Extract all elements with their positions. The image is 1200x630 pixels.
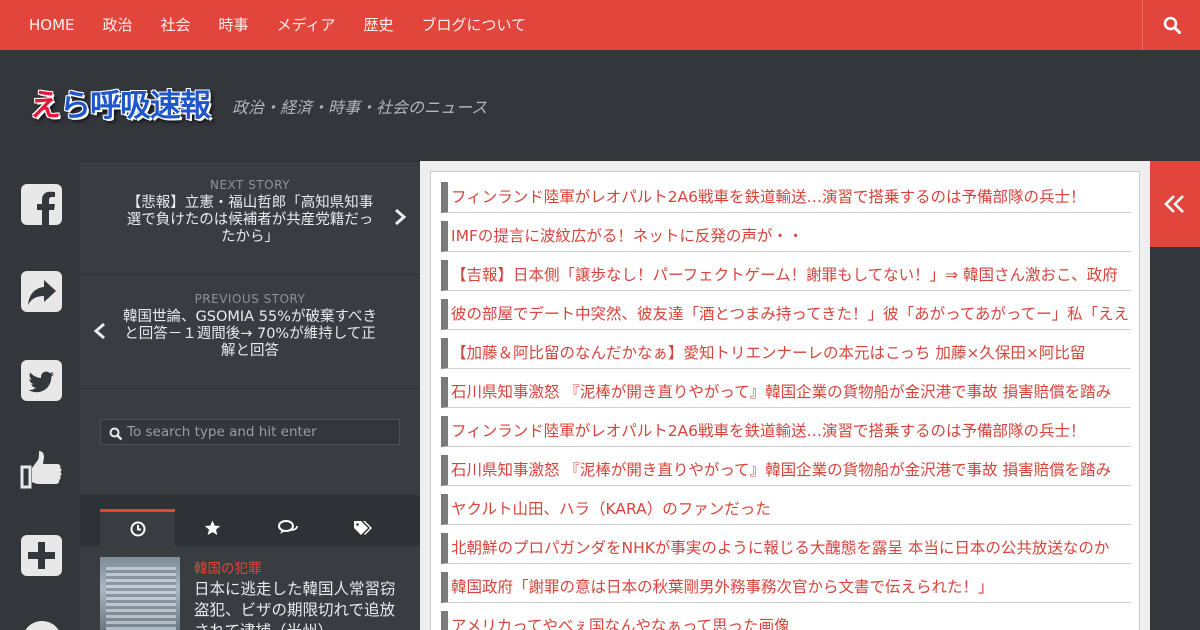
- tab-recent[interactable]: [100, 509, 175, 546]
- logo-red-part: え: [30, 88, 61, 124]
- article-link[interactable]: ヤクルト山田、ハラ（KARA）のファンだった: [451, 500, 771, 518]
- list-item: 【加藤＆阿比留のなんだかなぁ】愛知トリエンナーレの本元はこっち 加藤×久保田×阿…: [441, 338, 1131, 369]
- article-link[interactable]: アメリカってやべぇ国なんやなぁって思った画像: [451, 617, 790, 630]
- sidebar-post[interactable]: 韓国の犯罪 日本に逃走した韓国人常習窃盗犯、ビザの期限切れで追放されて逮捕（光州…: [100, 557, 400, 630]
- tab-popular[interactable]: [175, 509, 250, 546]
- twitter-share-button[interactable]: [20, 359, 64, 403]
- post-thumbnail[interactable]: [100, 557, 180, 630]
- list-item: 石川県知事激怒 『泥棒が開き直りやがって』韓国企業の貨物船が金沢港で事故 損害賠…: [441, 455, 1131, 486]
- left-sidebar: NEXT STORY 【悲報】立憲・福山哲郎「高知県知事選で負けたのは候補者が共…: [80, 161, 420, 630]
- article-link[interactable]: フィンランド陸軍がレオパルト2A6戦車を鉄道輸送…演習で搭乗するのは予備部隊の兵…: [451, 188, 1086, 206]
- sidebar-search: [100, 419, 400, 445]
- thumbs-up-icon: [20, 451, 62, 489]
- article-link[interactable]: 韓国政府「謝罪の意は日本の秋葉剛男外務事務次官から文書で伝えられた！」: [451, 578, 994, 596]
- sidebar-tabs: [80, 495, 420, 546]
- next-story-label: NEXT STORY: [209, 178, 290, 192]
- tags-icon: [353, 520, 372, 535]
- list-item: 韓国政府「謝罪の意は日本の秋葉剛男外務事務次官から文書で伝えられた！」: [441, 572, 1131, 603]
- nav-item-history[interactable]: 歴史: [350, 0, 408, 50]
- site-logo[interactable]: えら呼吸速報: [30, 84, 211, 128]
- share-button[interactable]: [20, 270, 64, 314]
- list-item: アメリカってやべぇ国なんやなぁって思った画像: [441, 611, 1131, 630]
- nav-item-society[interactable]: 社会: [147, 0, 205, 50]
- share-icon: [21, 271, 62, 312]
- article-link[interactable]: 彼の部屋でデート中突然、彼友達「酒とつまみ持ってきた！」彼「あがってあがってー」…: [451, 305, 1129, 323]
- article-link[interactable]: フィンランド陸軍がレオパルト2A6戦車を鉄道輸送…演習で搭乗するのは予備部隊の兵…: [451, 422, 1086, 440]
- next-story-title[interactable]: 【悲報】立憲・福山哲郎「高知県知事選で負けたのは候補者が共産党籍だったから」: [120, 195, 380, 246]
- post-title[interactable]: 日本に逃走した韓国人常習窃盗犯、ビザの期限切れで追放されて逮捕（光州）: [194, 579, 400, 630]
- next-story[interactable]: NEXT STORY 【悲報】立憲・福山哲郎「高知県知事選で負けたのは候補者が共…: [80, 162, 420, 275]
- nav-item-media[interactable]: メディア: [263, 0, 350, 50]
- article-link[interactable]: 【吉報】日本側「譲歩なし！パーフェクトゲーム！謝罪もしてない！」⇒ 韓国さん激お…: [451, 266, 1118, 284]
- main-content: フィンランド陸軍がレオパルト2A6戦車を鉄道輸送…演習で搭乗するのは予備部隊の兵…: [420, 161, 1150, 630]
- nav-item-about[interactable]: ブログについて: [408, 0, 541, 50]
- nav-item-home[interactable]: HOME: [15, 0, 89, 50]
- double-chevron-left-icon: [1164, 195, 1184, 213]
- previous-story-label: PREVIOUS STORY: [194, 292, 306, 306]
- list-item: フィンランド陸軍がレオパルト2A6戦車を鉄道輸送…演習で搭乗するのは予備部隊の兵…: [441, 182, 1131, 213]
- nav-item-politics[interactable]: 政治: [89, 0, 147, 50]
- facebook-icon: [21, 184, 62, 225]
- search-toggle-button[interactable]: [1142, 0, 1200, 50]
- list-item: 彼の部屋でデート中突然、彼友達「酒とつまみ持ってきた！」彼「あがってあがってー」…: [441, 299, 1131, 330]
- list-item: 【吉報】日本側「譲歩なし！パーフェクトゲーム！謝罪もしてない！」⇒ 韓国さん激お…: [441, 260, 1131, 291]
- post-category[interactable]: 韓国の犯罪: [194, 557, 262, 577]
- right-sidebar-collapsed: [1150, 161, 1200, 630]
- main-menu: HOME 政治 社会 時事 メディア 歴史 ブログについて: [15, 0, 540, 50]
- comment-count-circle[interactable]: [22, 621, 62, 630]
- previous-story-title[interactable]: 韓国世論、GSOMIA 55%が破棄すべきと回答－１週間後→ 70%が維持して正…: [120, 309, 380, 360]
- star-icon: [204, 520, 221, 535]
- chevron-left-icon: [93, 322, 105, 340]
- more-share-button[interactable]: [20, 534, 64, 578]
- article-link[interactable]: 石川県知事激怒 『泥棒が開き直りやがって』韓国企業の貨物船が金沢港で事故 損害賠…: [451, 461, 1111, 479]
- clock-icon: [130, 521, 145, 537]
- logo-blue-part: ら呼吸速報: [60, 88, 211, 124]
- list-item: 北朝鮮のプロパガンダをNHKが事実のように報じる大醜態を露呈 本当に日本の公共放…: [441, 533, 1131, 564]
- search-icon: [109, 427, 123, 441]
- search-input[interactable]: [127, 422, 395, 442]
- tab-tags[interactable]: [325, 509, 400, 546]
- facebook-share-button[interactable]: [20, 183, 64, 227]
- site-tagline: 政治・経済・時事・社会のニュース: [232, 98, 488, 117]
- list-item: ヤクルト山田、ハラ（KARA）のファンだった: [441, 494, 1131, 525]
- list-item: 石川県知事激怒 『泥棒が開き直りやがって』韓国企業の貨物船が金沢港で事故 損害賠…: [441, 377, 1131, 408]
- previous-story[interactable]: PREVIOUS STORY 韓国世論、GSOMIA 55%が破棄すべきと回答－…: [80, 275, 420, 389]
- tab-comments[interactable]: [250, 509, 325, 546]
- article-link[interactable]: 北朝鮮のプロパガンダをNHKが事実のように報じる大醜態を露呈 本当に日本の公共放…: [451, 539, 1109, 557]
- nav-item-current-affairs[interactable]: 時事: [205, 0, 263, 50]
- site-header: えら呼吸速報 政治・経済・時事・社会のニュース: [0, 50, 1200, 161]
- twitter-icon: [21, 360, 62, 401]
- like-button[interactable]: [18, 447, 66, 491]
- top-navigation: HOME 政治 社会 時事 メディア 歴史 ブログについて: [0, 0, 1200, 50]
- article-link[interactable]: IMFの提言に波紋広がる！ネットに反発の声が・・: [451, 227, 803, 245]
- search-icon: [1163, 16, 1181, 34]
- article-link-list: フィンランド陸軍がレオパルト2A6戦車を鉄道輸送…演習で搭乗するのは予備部隊の兵…: [430, 171, 1140, 630]
- thumbnail-building-image: [106, 567, 176, 630]
- share-bar: [0, 161, 80, 630]
- list-item: IMFの提言に波紋広がる！ネットに反発の声が・・: [441, 221, 1131, 252]
- plus-icon: [21, 535, 62, 576]
- list-item: フィンランド陸軍がレオパルト2A6戦車を鉄道輸送…演習で搭乗するのは予備部隊の兵…: [441, 416, 1131, 447]
- sidebar-expand-button[interactable]: [1150, 161, 1200, 247]
- comments-icon: [277, 519, 298, 534]
- article-link[interactable]: 石川県知事激怒 『泥棒が開き直りやがって』韓国企業の貨物船が金沢港で事故 損害賠…: [451, 383, 1111, 401]
- article-link[interactable]: 【加藤＆阿比留のなんだかなぁ】愛知トリエンナーレの本元はこっち 加藤×久保田×阿…: [451, 344, 1085, 362]
- chevron-right-icon: [395, 208, 407, 226]
